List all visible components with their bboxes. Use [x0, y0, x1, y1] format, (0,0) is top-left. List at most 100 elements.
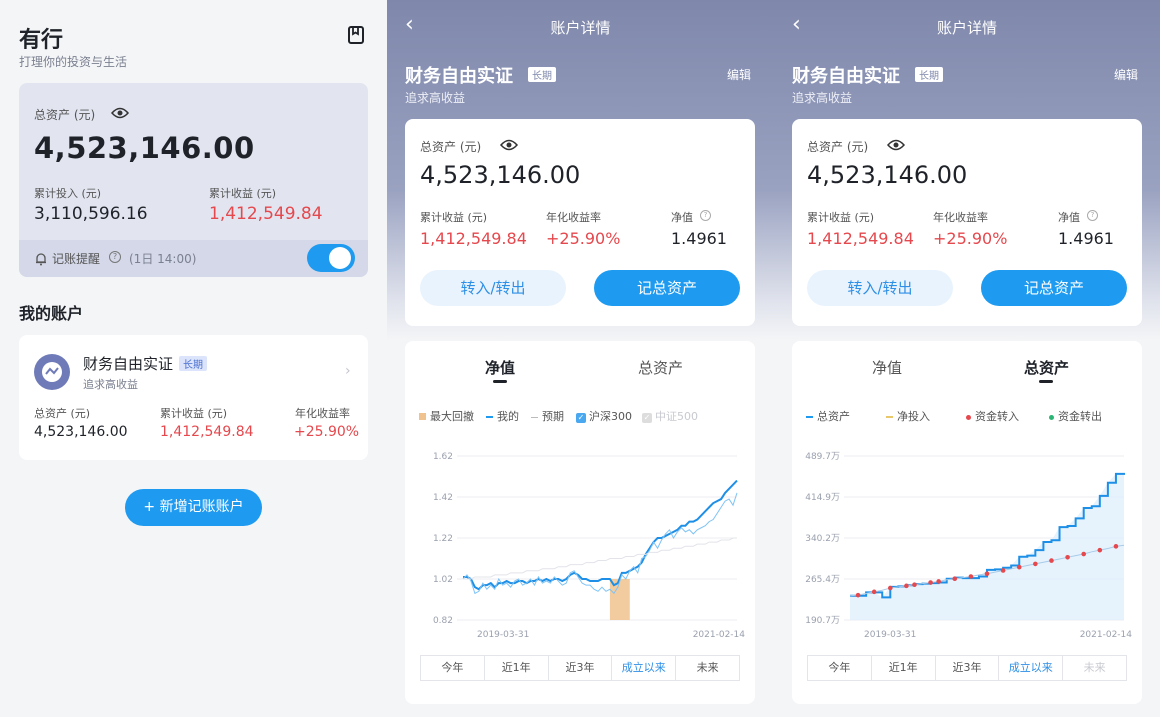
assets-value: 4,523,146.00 [420, 161, 581, 189]
record-assets-button[interactable]: 记总资产 [594, 270, 740, 306]
account-desc: 追求高收益 [83, 378, 138, 391]
record-assets-button[interactable]: 记总资产 [981, 270, 1127, 306]
y-tick-label: 1.62 [433, 452, 453, 462]
transfer-in-point [984, 571, 990, 577]
reminder-row[interactable]: 记账提醒 ? (1日 14:00) [19, 240, 368, 277]
acc-income-label: 累计收益 (元) [160, 407, 228, 420]
legend-total-assets[interactable]: 总资产 [806, 408, 850, 424]
invest-value: 3,110,596.16 [34, 204, 148, 224]
y-tick-label: 1.22 [433, 534, 453, 544]
edit-link[interactable]: 编辑 [1114, 66, 1138, 83]
assets-label: 总资产 (元) [34, 108, 96, 122]
range-selector: 今年 近1年 近3年 成立以来 未来 [420, 655, 740, 681]
transfer-in-point [1033, 561, 1038, 567]
legend-transfer-out[interactable]: 资金转出 [1049, 408, 1102, 424]
tab-nav[interactable]: 净值 [872, 357, 902, 378]
help-icon[interactable]: ? [700, 210, 711, 221]
acc-assets-value: 4,523,146.00 [34, 424, 128, 440]
acc-income-value: 1,412,549.84 [160, 424, 254, 440]
nav-value: 1.4961 [671, 229, 727, 248]
bookmark-icon[interactable] [346, 25, 366, 45]
tab-underline [493, 380, 507, 383]
x-tick-label: 2021-02-14 [1080, 630, 1133, 640]
account-name: 财务自由实证 [405, 66, 513, 87]
tab-assets[interactable]: 总资产 [638, 357, 683, 378]
range-1y[interactable]: 近1年 [872, 656, 936, 680]
legend-mine[interactable]: 我的 [486, 408, 519, 424]
help-icon[interactable]: ? [109, 251, 121, 263]
assets-value: 4,523,146.00 [807, 161, 968, 189]
y-tick-label: 0.82 [433, 616, 453, 626]
app-subtitle: 打理你的投资与生活 [19, 55, 128, 69]
eye-icon[interactable] [499, 137, 519, 151]
income-value: 1,412,549.84 [209, 204, 323, 224]
toggle-knob [329, 247, 351, 269]
rate-label: 年化收益率 [546, 211, 601, 224]
legend-zz500[interactable]: ✓ 中证500 [642, 408, 698, 424]
series-line-2 [463, 537, 737, 580]
reminder-time: (1日 14:00) [129, 252, 197, 266]
transfer-button[interactable]: 转入/转出 [807, 270, 953, 306]
transfer-button[interactable]: 转入/转出 [420, 270, 566, 306]
assets-line-chart: 489.7万 414.9万 340.2万 265.4万 190.7万 2019-03-31… [805, 452, 1133, 640]
x-tick-label: 2021-02-14 [693, 630, 746, 640]
range-since-inception[interactable]: 成立以来 [999, 656, 1064, 680]
help-icon[interactable]: ? [1087, 210, 1098, 221]
legend-hs300[interactable]: ✓ 沪深300 [576, 408, 632, 424]
transfer-in-point [1081, 551, 1087, 557]
legend-transfer-in[interactable]: 资金转入 [966, 408, 1019, 424]
y-tick-label: 265.4万 [805, 575, 840, 585]
range-3y[interactable]: 近3年 [549, 656, 613, 680]
nav-title: 账户详情 [550, 19, 611, 37]
bell-icon [34, 251, 48, 266]
nav-label: 净值 [671, 211, 693, 224]
assets-label: 总资产 (元) [420, 140, 482, 154]
range-this-year[interactable]: 今年 [421, 656, 485, 680]
tab-nav[interactable]: 净值 [485, 357, 515, 378]
income-label: 累计收益 (元) [209, 187, 277, 200]
tab-assets[interactable]: 总资产 [1024, 357, 1069, 378]
range-1y[interactable]: 近1年 [485, 656, 549, 680]
transfer-in-point [1000, 568, 1006, 573]
nav-line-chart: 1.62 1.42 1.22 1.02 0.82 2019-03-31 2021-02-14 [433, 452, 746, 640]
transfer-in-point [912, 582, 917, 588]
legend-net-invest[interactable]: 净投入 [886, 408, 930, 424]
assets-label: 总资产 (元) [807, 140, 869, 154]
nav-title: 账户详情 [936, 19, 997, 37]
account-desc: 追求高收益 [792, 91, 853, 105]
y-tick-label: 489.7万 [805, 452, 840, 462]
range-since-inception[interactable]: 成立以来 [612, 656, 677, 680]
reminder-label: 记账提醒 [52, 252, 101, 266]
account-card[interactable]: 财务自由实证 长期 追求高收益 › 总资产 (元) 4,523,146.00 累… [19, 335, 368, 460]
edit-link[interactable]: 编辑 [727, 66, 751, 83]
account-tag: 长期 [915, 67, 943, 82]
transfer-in-point [1049, 558, 1054, 563]
transfer-in-point [968, 574, 974, 579]
y-tick-label: 190.7万 [805, 616, 840, 626]
eye-icon[interactable] [886, 137, 906, 151]
reminder-toggle[interactable] [307, 244, 355, 272]
transfer-in-point [1065, 555, 1070, 560]
my-accounts-heading: 我的账户 [19, 304, 84, 323]
legend-expected[interactable]: 预期 [531, 408, 564, 424]
account-name: 财务自由实证 [792, 66, 900, 87]
transfer-in-point [904, 583, 909, 589]
transfer-in-point [936, 579, 941, 584]
account-avatar [34, 354, 70, 390]
legend-drawdown[interactable]: 最大回撤 [419, 408, 474, 424]
income-value: 1,412,549.84 [807, 229, 914, 248]
range-this-year[interactable]: 今年 [808, 656, 872, 680]
range-future[interactable]: 未来 [676, 656, 739, 680]
income-value: 1,412,549.84 [420, 229, 527, 248]
range-3y[interactable]: 近3年 [936, 656, 1000, 680]
eye-icon[interactable] [110, 105, 130, 119]
detail-summary-card: 总资产 (元) 4,523,146.00 累计收益 (元) 1,412,549.… [792, 119, 1142, 326]
add-account-button[interactable]: + 新增记账账户 [125, 489, 262, 526]
assets-value: 4,523,146.00 [34, 131, 255, 165]
series-line-1 [462, 492, 738, 595]
home-screen: 有行 打理你的投资与生活 总资产 (元) 4,523,146.00 累计投入 (… [0, 0, 387, 717]
transfer-in-point [1097, 547, 1103, 553]
acc-rate-value: +25.90% [294, 424, 360, 440]
range-future[interactable]: 未来 [1063, 656, 1126, 680]
transfer-in-point [952, 576, 958, 581]
